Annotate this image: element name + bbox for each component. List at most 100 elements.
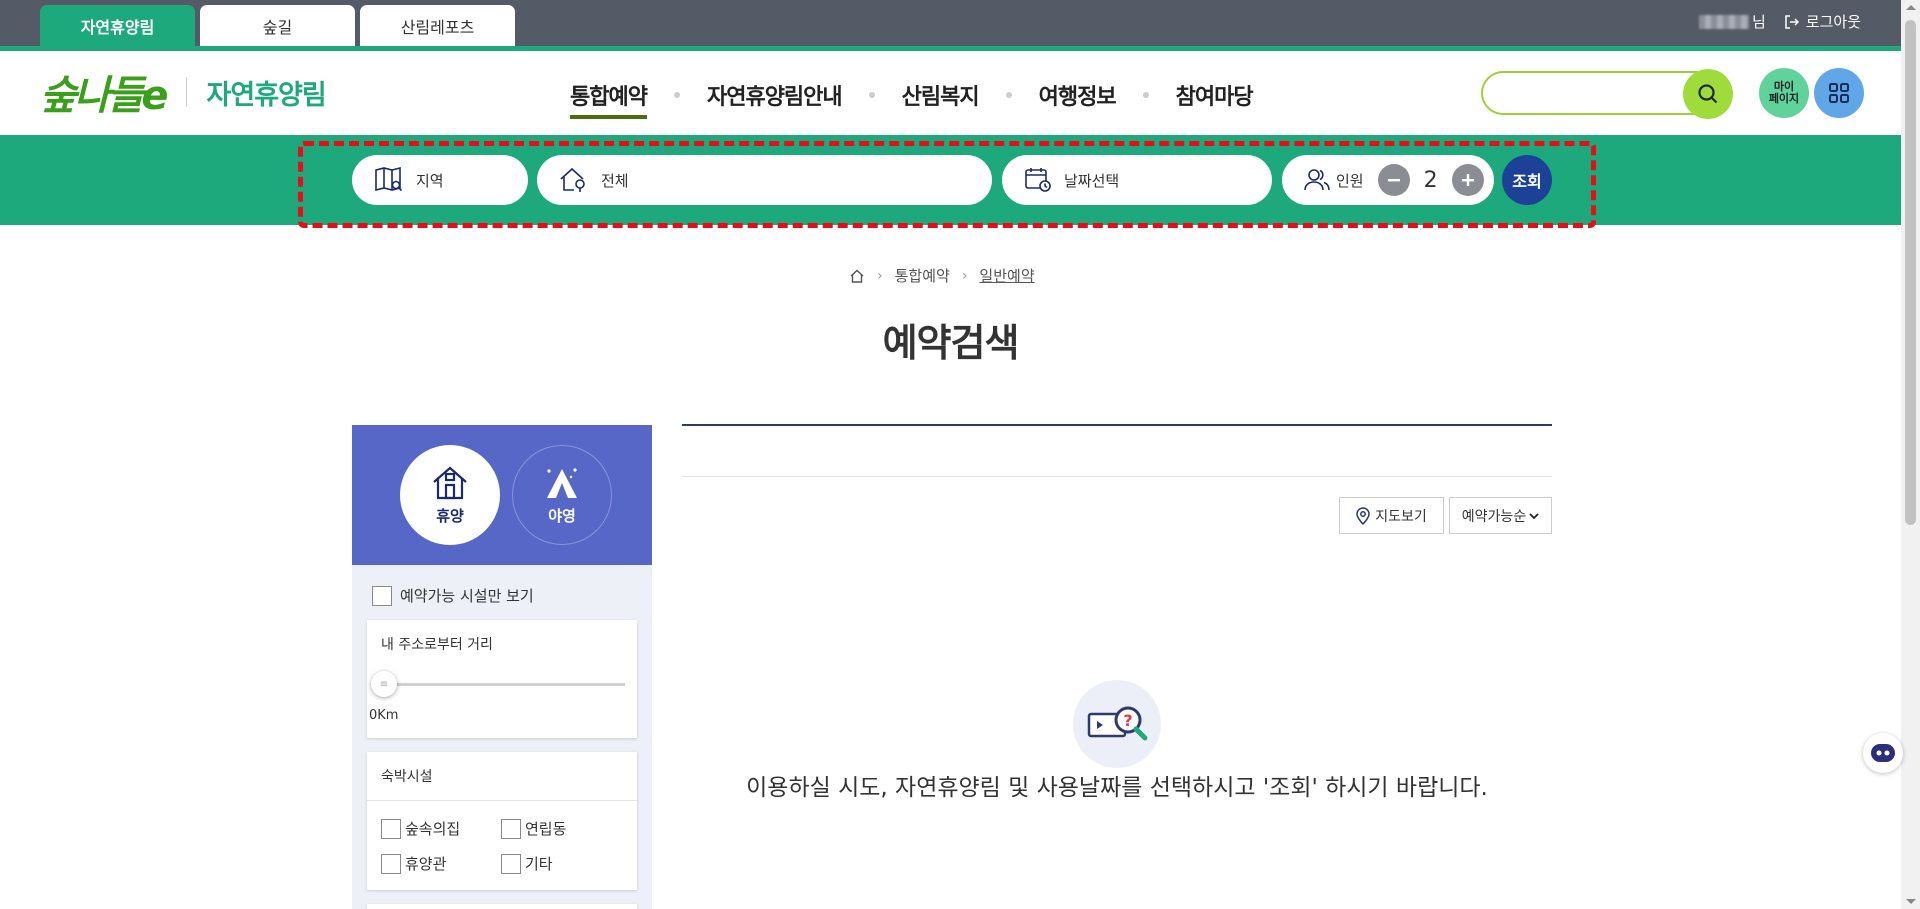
map-icon <box>375 166 403 192</box>
people-decrease-button[interactable] <box>1377 164 1410 196</box>
site-header: 숲나들e 자연휴양림 통합예약 자연휴양림안내 산림복지 여행정보 참여마당 마… <box>0 51 1901 135</box>
category-panel: 휴양 야영 <box>352 425 652 565</box>
results-top-border <box>682 424 1552 426</box>
minus-icon <box>1387 179 1400 182</box>
search-icon <box>1698 84 1718 104</box>
logout-button[interactable]: 로그아웃 <box>1784 11 1861 32</box>
lodging-filter-card: 숙박시설 숲속의집 연립동 휴양관 기타 <box>367 752 637 890</box>
sort-select[interactable]: 예약가능순 <box>1449 497 1552 534</box>
user-name: 님 <box>1698 11 1766 32</box>
page-scrollbar[interactable] <box>1901 0 1920 909</box>
home-icon[interactable] <box>849 268 865 284</box>
empty-results-message: 이용하실 시도, 자연휴양림 및 사용날짜를 선택하시고 '조회' 하시기 바랍… <box>746 775 1488 801</box>
people-increase-button[interactable] <box>1451 164 1484 196</box>
available-only-filter[interactable]: 예약가능 시설만 보기 <box>372 585 534 606</box>
distance-value: 0Km <box>369 708 399 723</box>
logo-mark: 숲나들e <box>40 73 169 119</box>
nav-travel-info[interactable]: 여행정보 <box>1039 79 1117 111</box>
chevron-right-icon: › <box>961 267 968 284</box>
region-select[interactable]: 지역 <box>352 155 528 205</box>
site-logo[interactable]: 숲나들e 자연휴양림 <box>40 63 327 121</box>
top-bar: 자연휴양림 숲길 산림레포츠 님 로그아웃 <box>0 0 1901 46</box>
forest-label: 전체 <box>601 171 629 190</box>
mypage-button[interactable]: 마이 페이지 <box>1759 68 1809 118</box>
grid-menu-icon <box>1829 83 1849 103</box>
lodging-checkbox[interactable] <box>381 818 401 839</box>
lodging-option-forest-house[interactable]: 숲속의집 <box>381 818 501 839</box>
distance-slider-handle[interactable]: ≡ <box>371 671 397 697</box>
lodging-option-label: 숲속의집 <box>405 820 461 838</box>
masked-user-name <box>1698 14 1749 29</box>
lodging-checkbox[interactable] <box>501 818 521 839</box>
header-search <box>1481 69 1733 119</box>
logo-site-name: 자연휴양림 <box>206 79 327 111</box>
category-recreation-label: 휴양 <box>436 506 464 525</box>
nav-separator <box>1005 92 1012 98</box>
chevron-right-icon: › <box>877 267 883 284</box>
house-pin-icon <box>560 167 585 192</box>
breadcrumb-item-current[interactable]: 일반예약 <box>979 265 1034 286</box>
lodging-option-other[interactable]: 기타 <box>501 853 621 874</box>
forest-select[interactable]: 전체 <box>537 155 992 205</box>
scroll-down-arrow[interactable] <box>1906 899 1916 904</box>
category-camping[interactable]: 야영 <box>512 445 612 545</box>
map-view-button[interactable]: 지도보기 <box>1339 497 1444 534</box>
available-only-checkbox[interactable] <box>372 585 392 606</box>
tab-forest-trail[interactable]: 숲길 <box>200 5 355 46</box>
people-count: 2 <box>1423 167 1438 193</box>
lodging-option-label: 휴양관 <box>405 855 447 873</box>
search-submit-label: 조회 <box>1512 172 1542 191</box>
nav-forest-welfare[interactable]: 산림복지 <box>902 79 980 111</box>
all-menu-button[interactable] <box>1814 68 1864 118</box>
chatbot-button[interactable] <box>1863 733 1903 773</box>
category-recreation[interactable]: 휴양 <box>400 445 500 545</box>
map-view-label: 지도보기 <box>1375 508 1427 525</box>
tent-icon <box>547 467 577 498</box>
location-pin-icon <box>1356 506 1370 525</box>
tab-forest-leisure-sports[interactable]: 산림레포츠 <box>360 5 515 46</box>
scrollbar-thumb[interactable] <box>1905 20 1916 525</box>
house-icon <box>433 466 467 499</box>
lodging-checkbox[interactable] <box>501 853 521 874</box>
people-icon <box>1304 169 1330 191</box>
svg-text:?: ? <box>1123 711 1132 730</box>
page-title: 예약검색 <box>882 321 1020 365</box>
sort-selected-label: 예약가능순 <box>1461 508 1527 525</box>
category-camping-label: 야영 <box>548 506 576 525</box>
logo-divider <box>185 77 187 107</box>
date-label: 날짜선택 <box>1064 171 1120 190</box>
date-select[interactable]: 날짜선택 <box>1002 155 1272 205</box>
chevron-down-icon <box>1529 512 1539 519</box>
nav-integrated-reservation[interactable]: 통합예약 <box>570 79 648 119</box>
results-divider <box>682 476 1552 477</box>
lodging-option-row-house[interactable]: 연립동 <box>501 818 621 839</box>
lodging-option-recreation-hall[interactable]: 휴양관 <box>381 853 501 874</box>
logout-icon <box>1785 14 1799 29</box>
lodging-option-label: 기타 <box>525 855 553 873</box>
main-nav: 통합예약 자연휴양림안내 산림복지 여행정보 참여마당 <box>570 79 1254 119</box>
next-filter-card <box>367 904 637 909</box>
people-label: 인원 <box>1336 171 1364 190</box>
tab-recreation-forest[interactable]: 자연휴양림 <box>40 5 195 46</box>
breadcrumb-item-integrated-reservation[interactable]: 통합예약 <box>895 265 950 286</box>
distance-slider-track[interactable] <box>385 683 625 686</box>
chatbot-icon <box>1871 744 1895 762</box>
logout-label: 로그아웃 <box>1805 13 1861 31</box>
no-results-icon: ? <box>1073 680 1161 768</box>
available-only-label: 예약가능 시설만 보기 <box>400 587 534 605</box>
lodging-checkbox[interactable] <box>381 853 401 874</box>
lodging-filter-title: 숙박시설 <box>367 752 637 801</box>
header-search-button[interactable] <box>1683 69 1733 119</box>
distance-filter-card: 내 주소로부터 거리 ≡ 0Km <box>367 620 637 738</box>
header-search-input[interactable] <box>1497 81 1667 105</box>
scroll-up-arrow[interactable] <box>1906 5 1916 10</box>
nav-participation[interactable]: 참여마당 <box>1176 79 1254 111</box>
search-submit-button[interactable]: 조회 <box>1502 155 1552 205</box>
nav-forest-guide[interactable]: 자연휴양림안내 <box>707 79 843 111</box>
distance-filter-title: 내 주소로부터 거리 <box>381 637 493 653</box>
nav-separator <box>868 92 875 98</box>
nav-separator <box>673 92 680 98</box>
breadcrumb: › 통합예약 › 일반예약 <box>849 265 1035 286</box>
nav-separator <box>1142 92 1149 98</box>
plus-icon <box>1461 174 1474 186</box>
